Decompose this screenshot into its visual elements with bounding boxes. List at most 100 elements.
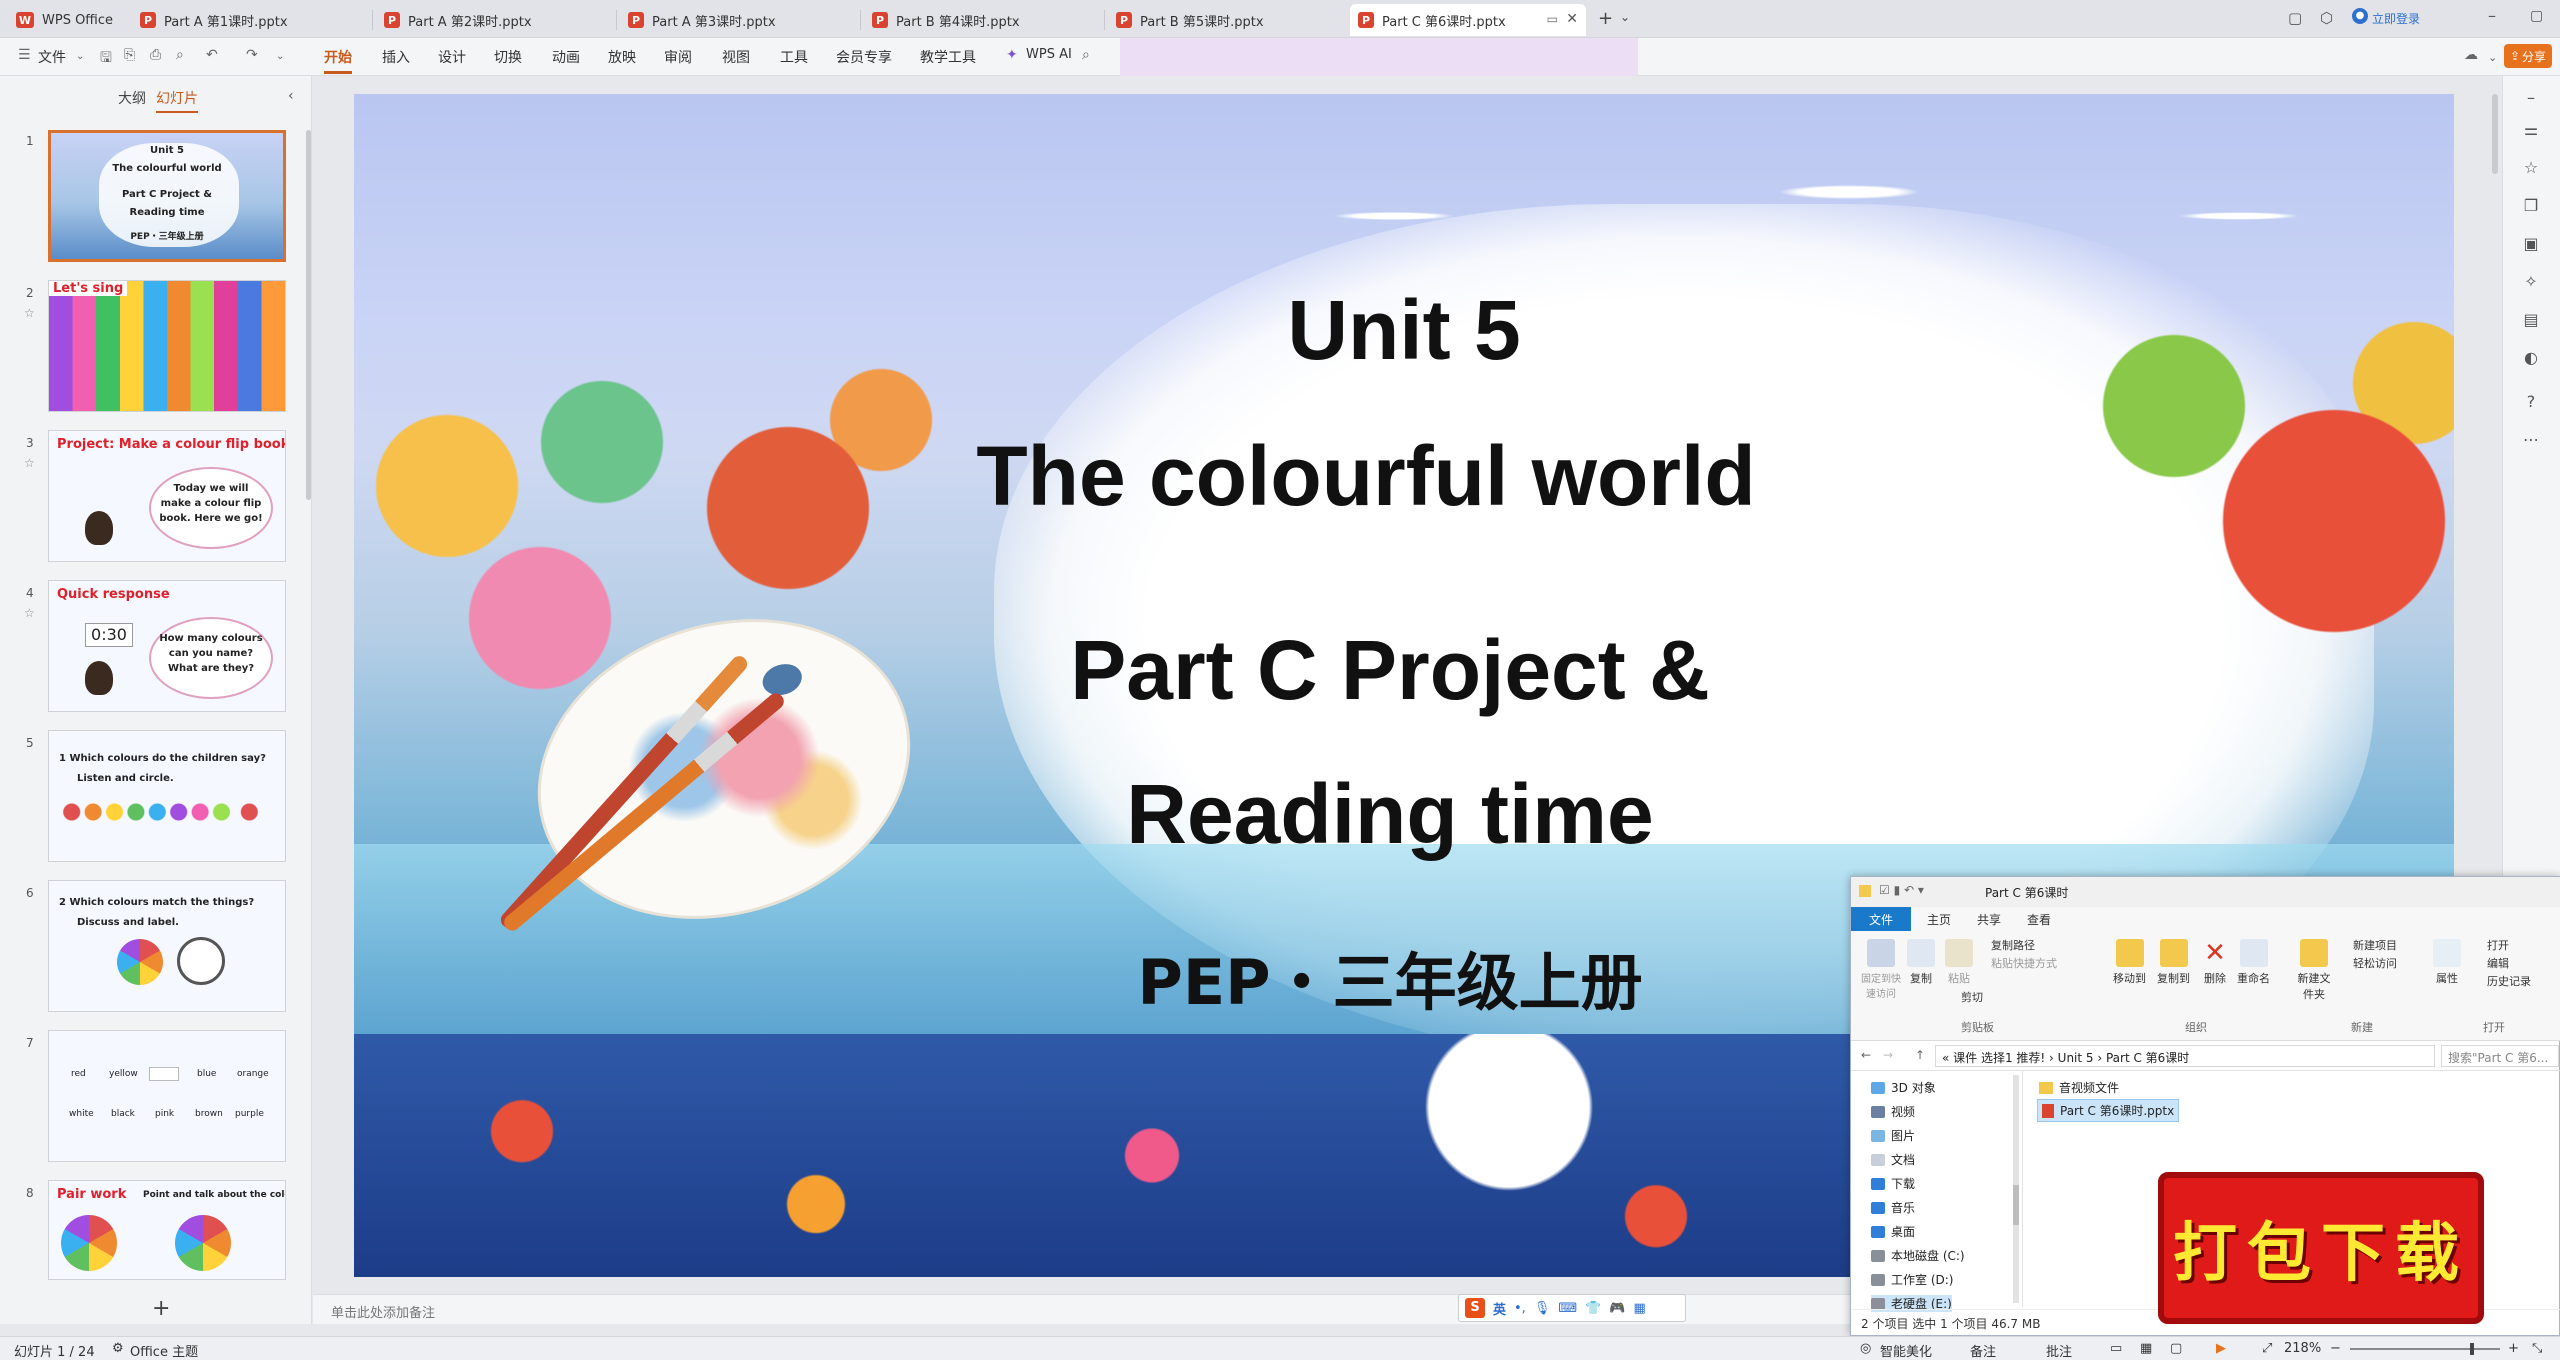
minimize-icon[interactable]: –	[2488, 6, 2496, 25]
star-icon[interactable]: ☆	[24, 306, 35, 320]
sorter-view-icon[interactable]: ▦	[2140, 1341, 2152, 1356]
delete-button[interactable]: ✕ 删除	[2201, 939, 2229, 986]
preview-icon[interactable]: ⌕	[176, 47, 184, 63]
canvas-scrollbar[interactable]	[2492, 94, 2498, 174]
theme-name[interactable]: Office 主题	[130, 1341, 198, 1360]
comment-button[interactable]: 批注	[2046, 1341, 2072, 1360]
explorer-tab-home[interactable]: 主页	[1927, 911, 1951, 928]
share-button[interactable]: ⇪ 分享	[2504, 44, 2552, 68]
paste-shortcut-button[interactable]: 粘贴快捷方式	[1991, 955, 2057, 971]
pin-quick-access-button[interactable]: 固定到快速访问	[1859, 939, 1903, 1000]
tab-part-a-2[interactable]: P Part A 第2课时.pptx	[376, 4, 612, 36]
ime-toolbar[interactable]: S 英 •, 🎙 ⌨ 👕 🎮 ▦	[1458, 1294, 1686, 1322]
slide-thumbnail-3[interactable]: Project: Make a colour flip book Today w…	[48, 430, 286, 562]
properties-button[interactable]: 属性	[2433, 939, 2461, 986]
explorer-tab-view[interactable]: 查看	[2027, 911, 2051, 928]
notes-toggle-button[interactable]: 备注	[1970, 1341, 1996, 1360]
slide-thumbnail-1[interactable]: Unit 5 The colourful world Part C Projec…	[48, 130, 286, 262]
nav-videos[interactable]: 视频	[1871, 1103, 1915, 1120]
nav-drive-c[interactable]: 本地磁盘 (C:)	[1871, 1247, 1965, 1264]
animation-icon[interactable]: ◐	[2521, 348, 2541, 368]
play-slideshow-icon[interactable]: ▶	[2216, 1341, 2226, 1356]
minimize-panel-icon[interactable]: –	[2521, 88, 2541, 108]
forward-arrow-icon[interactable]: →	[1883, 1048, 1893, 1062]
ribbon-tab-insert[interactable]: 插入	[382, 47, 410, 67]
wps-ai-button[interactable]: WPS AI	[1026, 47, 1072, 62]
history-button[interactable]: 历史记录	[2487, 973, 2531, 989]
slide-thumbnail-2[interactable]: Let's sing	[48, 280, 286, 412]
book-icon[interactable]: ▤	[2521, 310, 2541, 330]
file-menu[interactable]: 文件	[38, 47, 66, 67]
ribbon-tab-member[interactable]: 会员专享	[836, 47, 892, 67]
microphone-icon[interactable]: 🎙	[1534, 1301, 1551, 1316]
ribbon-tab-tools[interactable]: 工具	[780, 47, 808, 67]
punctuation-icon[interactable]: •,	[1514, 1301, 1526, 1316]
zoom-slider[interactable]	[2350, 1343, 2500, 1355]
explorer-tab-file[interactable]: 文件	[1851, 907, 1911, 931]
new-tab-icon[interactable]: +	[1598, 8, 1613, 29]
star-icon[interactable]: ☆	[24, 606, 35, 620]
copy-button[interactable]: 复制	[1907, 939, 1935, 986]
ribbon-tab-home[interactable]: 开始	[324, 47, 352, 74]
edit-button[interactable]: 编辑	[2487, 955, 2509, 971]
menu-icon[interactable]: ☰	[18, 47, 31, 63]
ribbon-tab-transition[interactable]: 切换	[494, 47, 522, 67]
rename-button[interactable]: 重命名	[2237, 939, 2270, 986]
slide-thumbnail-8[interactable]: Pair work Point and talk about the colou…	[48, 1180, 286, 1280]
new-item-button[interactable]: 新建项目	[2353, 937, 2397, 953]
tablet-mode-icon[interactable]: ▢	[2288, 9, 2302, 27]
redo-icon[interactable]: ↷	[246, 47, 258, 63]
add-slide-icon[interactable]: +	[152, 1296, 170, 1321]
easy-access-button[interactable]: 轻松访问	[2353, 955, 2397, 971]
magic-wand-icon[interactable]: ✧	[2521, 272, 2541, 292]
ribbon-tab-animation[interactable]: 动画	[552, 47, 580, 67]
tab-list-chevron-icon[interactable]: ⌄	[1620, 10, 1630, 24]
maximize-icon[interactable]: ▢	[2530, 8, 2543, 24]
user-avatar-icon[interactable]: ●	[2352, 8, 2368, 24]
copy-icon[interactable]: ❐	[2521, 196, 2541, 216]
slide-thumbnail-4[interactable]: Quick response 0:30 How many colours can…	[48, 580, 286, 712]
more-chevron-icon[interactable]: ⌄	[276, 51, 284, 62]
help-icon[interactable]: ?	[2521, 392, 2541, 412]
zoom-in-icon[interactable]: +	[2508, 1341, 2519, 1356]
layout-icon[interactable]: ▣	[2521, 234, 2541, 254]
file-item-pptx[interactable]: Part C 第6课时.pptx	[2037, 1099, 2180, 1122]
download-package-banner[interactable]: 打包下载	[2158, 1172, 2484, 1324]
file-item-folder[interactable]: 音视频文件	[2039, 1079, 2119, 1096]
slide-thumbnail-5[interactable]: 1 Which colours do the children say? Lis…	[48, 730, 286, 862]
zoom-level[interactable]: 218%	[2284, 1341, 2321, 1356]
settings-sliders-icon[interactable]: ⚌	[2521, 120, 2541, 140]
nav-music[interactable]: 音乐	[1871, 1199, 1915, 1216]
print-icon[interactable]: ⎙	[150, 47, 161, 63]
chevron-down-icon[interactable]: ⌄	[76, 51, 84, 62]
nav-3d-objects[interactable]: 3D 对象	[1871, 1079, 1936, 1096]
tab-part-b-5[interactable]: P Part B 第5课时.pptx	[1108, 4, 1344, 36]
ribbon-tab-slideshow[interactable]: 放映	[608, 47, 636, 67]
star-icon[interactable]: ☆	[24, 456, 35, 470]
paste-button[interactable]: 粘贴	[1945, 939, 1973, 986]
fit-icon[interactable]: ⤢	[2262, 1341, 2272, 1356]
zoom-out-icon[interactable]: −	[2330, 1341, 2341, 1356]
slide-thumbnail-7[interactable]: red yellow blue orange white black pink …	[48, 1030, 286, 1162]
cloud-sync-icon[interactable]: ☁	[2464, 47, 2478, 63]
search-icon[interactable]: ⌕	[1082, 47, 1090, 63]
tab-part-c-6[interactable]: P Part C 第6课时.pptx ▭ ✕	[1350, 4, 1586, 36]
move-to-button[interactable]: 移动到	[2113, 939, 2146, 986]
ribbon-tab-design[interactable]: 设计	[438, 47, 466, 67]
cut-button[interactable]: 剪切	[1961, 989, 1983, 1005]
nav-desktop[interactable]: 桌面	[1871, 1223, 1915, 1240]
thumbnail-scrollbar[interactable]	[306, 130, 311, 500]
back-arrow-icon[interactable]: ←	[1861, 1048, 1871, 1062]
keyboard-icon[interactable]: ⌨	[1558, 1301, 1577, 1316]
tab-slides[interactable]: 幻灯片	[156, 88, 198, 113]
tab-wps-office[interactable]: W WPS Office	[8, 4, 128, 36]
login-link[interactable]: 立即登录	[2372, 10, 2420, 27]
copy-to-button[interactable]: 复制到	[2157, 939, 2190, 986]
window-restore-icon[interactable]: ▭	[1547, 12, 1558, 26]
ribbon-tab-view[interactable]: 视图	[722, 47, 750, 67]
address-path[interactable]: « 课件 选择1 推荐! › Unit 5 › Part C 第6课时	[1935, 1045, 2435, 1067]
explorer-tab-share[interactable]: 共享	[1977, 911, 2001, 928]
collapse-panel-icon[interactable]: ‹	[288, 88, 294, 104]
game-icon[interactable]: 🎮	[1609, 1301, 1625, 1316]
new-folder-button[interactable]: 新建文件夹	[2297, 939, 2331, 1002]
